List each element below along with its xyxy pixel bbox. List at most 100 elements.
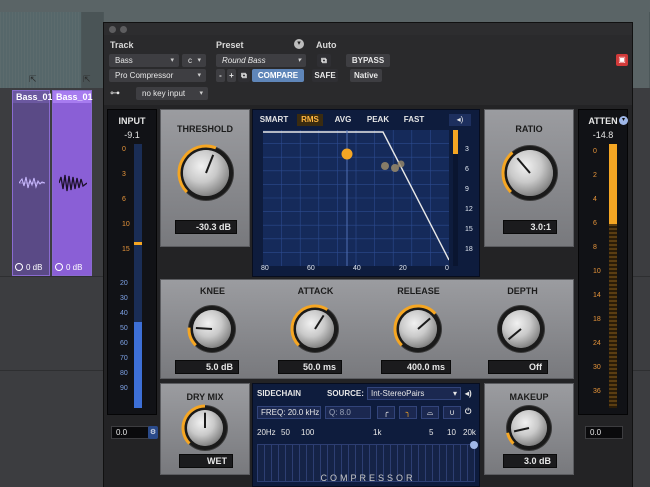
q-field[interactable]: Q: 8.0 (325, 406, 371, 419)
atten-scale-tick: 10 (593, 268, 601, 275)
input-scale-tick: 10 (122, 221, 130, 228)
release-pointer (417, 317, 431, 330)
preset-select[interactable]: Round Bass ▾ (216, 54, 306, 67)
chevron-down-icon: ▾ (197, 72, 201, 79)
close-plugin-icon[interactable]: ▣ (616, 54, 628, 66)
atten-meter-readout: 0.0 (585, 426, 623, 439)
sc-scale-tick: 20k (463, 428, 476, 437)
link-icon[interactable]: ⚙ (148, 426, 158, 439)
input-scale-tick: 15 (122, 246, 130, 253)
atten-scale-tick: 4 (593, 196, 597, 203)
safe-button[interactable]: SAFE (312, 69, 338, 82)
power-icon[interactable]: ⏻ (465, 407, 471, 417)
threshold-knob[interactable] (177, 144, 229, 196)
track-name: Bass (115, 56, 133, 65)
knee-control: KNEE 5.0 dB (161, 280, 264, 378)
audio-clip[interactable]: Bass_01 0 dB (12, 90, 53, 276)
release-knob[interactable] (393, 304, 437, 348)
drymix-knob[interactable] (181, 404, 223, 446)
copy-settings-button[interactable]: ⧉ (238, 69, 250, 82)
sc-scale-tick: 20Hz (257, 428, 276, 437)
drymix-indicator (181, 404, 206, 445)
bandpass-filter-button[interactable]: ⌓ (421, 406, 439, 419)
highpass-icon: ╭ (383, 408, 389, 417)
preset-menu-icon[interactable]: ▾ (294, 39, 304, 49)
minimize-icon[interactable] (120, 25, 127, 33)
window-icon: ⧉ (321, 56, 327, 65)
graph-x-tick: 40 (353, 265, 361, 272)
knee-value: 5.0 dB (175, 360, 239, 374)
notch-filter-button[interactable]: ∪ (443, 406, 461, 419)
makeup-pointer (513, 427, 530, 433)
input-meter: INPUT -9.1 0 3 6 10 15 20 30 40 50 60 70 80 90 0.0 ⚙ (107, 109, 158, 439)
close-icon[interactable] (109, 25, 116, 33)
freq-field[interactable]: FREQ: 20.0 kHz (257, 406, 321, 419)
threshold-pointer (205, 154, 215, 174)
mode-tab-rms[interactable]: RMS (297, 114, 323, 126)
highpass-filter-button[interactable]: ╭ (377, 406, 395, 419)
mode-tab-avg[interactable]: AVG (329, 114, 357, 126)
preset-plus-button[interactable]: + (227, 69, 236, 82)
release-label: RELEASE (397, 286, 440, 296)
makeup-knob[interactable] (506, 410, 547, 446)
sidechain-panel: SIDECHAIN SOURCE: Int-StereoPairs ▾ ◂) F… (252, 383, 480, 487)
atten-scale-tick: 36 (593, 388, 601, 395)
input-scale-tick: 60 (120, 340, 128, 347)
ratio-knob[interactable] (501, 150, 553, 196)
sc-scale-tick: 1k (373, 428, 382, 437)
compare-button[interactable]: COMPARE (252, 69, 304, 82)
depth-knob[interactable] (502, 310, 540, 348)
atten-scale-tick: 18 (593, 316, 601, 323)
transfer-curve[interactable] (263, 130, 449, 266)
plugin-header: Track Preset Auto ▾ Bass ▾ c ▾ Round Bass ▾… (104, 35, 632, 105)
knee-indicator (187, 326, 213, 347)
graph-y-tick: 9 (465, 186, 469, 193)
ratio-indicator (501, 151, 531, 194)
threshold-handle[interactable] (341, 148, 353, 160)
native-button[interactable]: Native (350, 69, 382, 82)
gain-icon (55, 263, 63, 271)
compressor-body: INPUT -9.1 0 3 6 10 15 20 30 40 50 60 70 80 90 0.0 ⚙… (104, 105, 632, 487)
bypass-button[interactable]: BYPASS (346, 54, 390, 67)
atten-scale-tick: 14 (593, 292, 601, 299)
freq-value: 20.0 kHz (287, 408, 320, 417)
preset-minus-button[interactable]: - (216, 69, 225, 82)
key-input-select[interactable]: no key input ▾ (136, 87, 208, 100)
track-select[interactable]: Bass ▾ (109, 54, 179, 67)
plugin-select[interactable]: Pro Compressor ▾ (109, 69, 206, 82)
release-indicator (393, 304, 437, 347)
knee-value-arc (187, 327, 197, 347)
dynamics-panel: KNEE 5.0 dB ATTACK 50.0 ms RELEASE 400.0… (160, 279, 574, 379)
mode-tab-fast[interactable]: FAST (399, 114, 429, 126)
automation-button[interactable]: ⧉ (317, 54, 331, 67)
depth-label: DEPTH (507, 286, 538, 296)
lowpass-filter-button[interactable]: ╮ (399, 406, 417, 419)
mode-tab-peak[interactable]: PEAK (363, 114, 393, 126)
waveform (19, 176, 45, 189)
mode-tab-smart[interactable]: SMART (259, 114, 289, 126)
input-scale-tick: 90 (120, 385, 128, 392)
knee-knob[interactable] (187, 310, 231, 348)
input-scale-tick: 3 (122, 171, 126, 178)
graph-x-tick: 80 (261, 265, 269, 272)
source-value: Int-StereoPairs (371, 389, 425, 398)
knee-label: KNEE (199, 286, 225, 296)
attack-knob[interactable] (290, 304, 334, 348)
filter-freq-handle[interactable] (470, 441, 478, 449)
atten-meter: ATTEN ▾ -14.8 0 2 4 6 8 10 14 18 24 30 36 0.0 (578, 109, 628, 439)
atten-meter-value: -14.8 (592, 130, 614, 140)
plugin-titlebar[interactable] (104, 23, 632, 35)
meter-menu-icon[interactable]: ▾ (619, 116, 628, 125)
audio-clip-selected[interactable]: Bass_01 0 dB (52, 90, 93, 276)
attack-indicator (290, 304, 329, 347)
source-select[interactable]: Int-StereoPairs ▾ (367, 387, 461, 400)
input-meter-value: -9.1 (124, 130, 140, 140)
speaker-icon[interactable]: ◂) (449, 114, 471, 126)
depth-pointer (507, 328, 522, 341)
channel-select[interactable]: c ▾ (182, 54, 206, 67)
sc-listen-icon[interactable]: ◂) (465, 389, 472, 398)
track-label: Track (110, 40, 134, 50)
preset-name: Round Bass (222, 56, 266, 65)
clip-gain: 0 dB (15, 261, 47, 273)
input-scale-tick: 70 (120, 355, 128, 362)
